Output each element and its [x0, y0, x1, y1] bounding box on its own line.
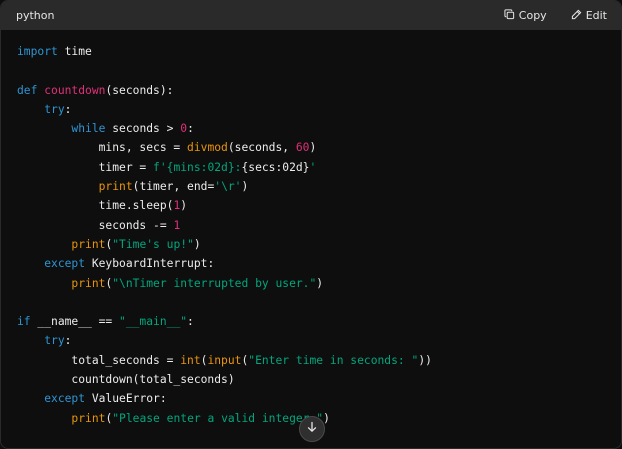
code-token: except: [44, 392, 86, 406]
edit-button[interactable]: Edit: [571, 9, 607, 23]
code-token: try: [44, 334, 65, 348]
code-block-header: python Copy Edit: [1, 1, 621, 30]
copy-label: Copy: [518, 9, 547, 22]
copy-button[interactable]: Copy: [504, 8, 547, 23]
code-token: print: [71, 411, 106, 425]
code-line: print("Time's up!"): [17, 235, 621, 254]
code-token: (seconds,: [227, 141, 296, 155]
code-token: {secs:02d}: [241, 160, 310, 174]
code-token: print: [98, 180, 133, 194]
code-content[interactable]: import time def countdown(seconds): try: …: [1, 30, 621, 428]
code-token: :: [187, 315, 194, 329]
code-line: while seconds > 0:: [17, 119, 621, 138]
code-line: try:: [17, 331, 621, 350]
code-line: countdown(total_seconds): [17, 370, 621, 389]
code-line: seconds -= 1: [17, 216, 621, 235]
code-line: print(timer, end='\r'): [17, 177, 621, 196]
code-token: input: [207, 353, 242, 367]
code-token: (seconds):: [105, 83, 174, 97]
code-line: try:: [17, 100, 621, 119]
code-token: if: [17, 315, 31, 329]
code-token: time.sleep(: [17, 199, 174, 213]
code-token: 1: [173, 218, 181, 232]
code-token: ): [316, 276, 324, 290]
code-token: timer =: [17, 160, 154, 174]
code-token: except: [44, 257, 86, 271]
code-token: def: [17, 83, 38, 97]
code-token: countdown: [44, 83, 106, 97]
code-token: f': [153, 160, 167, 174]
code-token: countdown(total_seconds): [17, 373, 235, 387]
code-token: :: [64, 102, 72, 116]
scroll-to-bottom-button[interactable]: [299, 416, 325, 442]
code-token: "__main__": [119, 315, 188, 329]
code-line: timer = f'{mins:02d}:{secs:02d}': [17, 158, 621, 177]
code-line: if __name__ == "__main__":: [17, 312, 621, 331]
pencil-icon: [571, 9, 582, 23]
edit-label: Edit: [585, 9, 607, 22]
code-token: while: [71, 122, 106, 136]
code-block: python Copy Edit import time def countdo…: [0, 0, 622, 449]
code-token: total_seconds =: [17, 353, 181, 367]
code-token: )): [418, 353, 432, 367]
code-token: "\nTimer interrupted by user.": [112, 276, 317, 290]
code-token: seconds >: [105, 122, 181, 136]
code-token: time: [57, 45, 92, 58]
code-token: (timer, end=: [132, 180, 215, 194]
code-line: def countdown(seconds):: [17, 81, 621, 100]
code-token: import: [17, 45, 58, 58]
code-token: print: [71, 237, 106, 251]
code-token: mins, secs =: [17, 141, 188, 155]
code-token: int: [180, 353, 201, 367]
code-token: {mins:02d}: [166, 160, 235, 174]
code-line: time.sleep(1): [17, 196, 621, 215]
code-token: ): [241, 180, 249, 194]
code-line: except KeyboardInterrupt:: [17, 254, 621, 273]
code-line: total_seconds = int(input("Enter time in…: [17, 351, 621, 370]
arrow-down-icon: [306, 420, 318, 438]
code-token: "Please enter a valid integer.": [112, 411, 324, 425]
code-line: import time: [17, 42, 621, 61]
code-line: except ValueError:: [17, 389, 621, 408]
code-token: __name__ ==: [30, 315, 120, 329]
code-token: "Time's up!": [112, 237, 194, 251]
code-actions: Copy Edit: [504, 8, 607, 23]
code-line: print("\nTimer interrupted by user."): [17, 274, 621, 293]
code-token: ): [323, 411, 330, 425]
copy-icon: [504, 8, 515, 23]
code-line: mins, secs = divmod(seconds, 60): [17, 138, 621, 157]
code-token: divmod: [187, 141, 228, 155]
code-token: try: [44, 102, 65, 116]
code-token: ): [193, 237, 201, 251]
code-token: ): [309, 141, 317, 155]
code-token: ValueError:: [85, 392, 167, 406]
code-token: seconds -=: [17, 218, 174, 232]
code-token: :: [187, 122, 194, 136]
code-token: '\r': [214, 180, 242, 194]
code-token: 60: [295, 141, 310, 155]
language-label: python: [16, 9, 55, 22]
code-token: KeyboardInterrupt:: [85, 257, 215, 271]
code-token: ): [180, 199, 188, 213]
code-token: print: [71, 276, 106, 290]
code-token: :: [64, 334, 72, 348]
code-token: "Enter time in seconds: ": [248, 353, 419, 367]
code-token: ': [309, 160, 317, 174]
